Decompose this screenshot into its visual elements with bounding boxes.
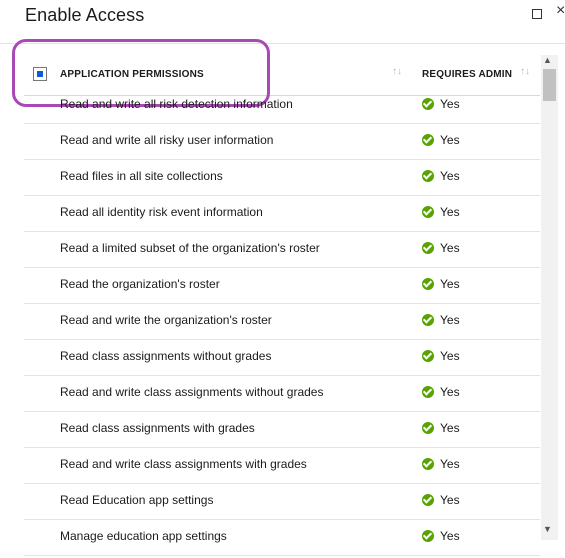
scroll-down-arrow-icon[interactable]: ▼ [543, 524, 552, 534]
requires-admin-value: Yes [440, 529, 460, 543]
checkmark-circle-icon [422, 422, 434, 434]
checkmark-circle-icon [422, 170, 434, 182]
requires-admin-value: Yes [440, 205, 460, 219]
table-row[interactable]: Manage education app settings Yes [24, 520, 540, 556]
checkmark-circle-icon [422, 206, 434, 218]
requires-admin-value: Yes [440, 169, 460, 183]
permission-name: Read and write all risky user informatio… [60, 133, 274, 147]
permission-name: Read all identity risk event information [60, 205, 263, 219]
requires-admin-value: Yes [440, 277, 460, 291]
table-row[interactable]: Read and write all risky user informatio… [24, 124, 540, 160]
dialog-title: Enable Access [25, 5, 145, 25]
table-row[interactable]: Read and write class assignments with gr… [24, 448, 540, 484]
permission-name: Read class assignments without grades [60, 349, 272, 363]
permission-name: Read Education app settings [60, 493, 214, 507]
scrollbar-thumb[interactable] [543, 69, 556, 101]
checkmark-circle-icon [422, 134, 434, 146]
permission-name: Read class assignments with grades [60, 421, 255, 435]
requires-admin-value: Yes [440, 133, 460, 147]
requires-admin-value: Yes [440, 385, 460, 399]
close-icon[interactable]: × [556, 3, 565, 19]
requires-admin-value: Yes [440, 97, 460, 111]
requires-admin-value: Yes [440, 493, 460, 507]
permission-name: Read a limited subset of the organizatio… [60, 241, 320, 255]
permission-name: Read and write all risk detection inform… [60, 97, 293, 111]
sort-requires-admin-icon[interactable]: ↑↓ [520, 66, 530, 77]
table-row[interactable]: Read and write class assignments without… [24, 376, 540, 412]
table-row[interactable]: Read Education app settings Yes [24, 484, 540, 520]
checkmark-circle-icon [422, 278, 434, 290]
checkmark-circle-icon [422, 386, 434, 398]
table-row[interactable]: Read the organization's roster Yes [24, 268, 540, 304]
checkmark-circle-icon [422, 98, 434, 110]
requires-admin-value: Yes [440, 349, 460, 363]
table-row[interactable]: Read files in all site collections Yes [24, 160, 540, 196]
permission-name: Read files in all site collections [60, 169, 223, 183]
column-header-requires-admin[interactable]: REQUIRES ADMIN [422, 69, 512, 80]
permission-name: Read and write class assignments with gr… [60, 457, 307, 471]
checkmark-circle-icon [422, 530, 434, 542]
checkmark-circle-icon [422, 458, 434, 470]
maximize-icon[interactable] [532, 9, 542, 19]
permission-name: Manage education app settings [60, 529, 227, 543]
requires-admin-value: Yes [440, 241, 460, 255]
permissions-list: Read and write all risk detection inform… [24, 96, 540, 558]
checkmark-circle-icon [422, 494, 434, 506]
table-row[interactable]: Read all identity risk event information… [24, 196, 540, 232]
checkmark-circle-icon [422, 350, 434, 362]
requires-admin-value: Yes [440, 421, 460, 435]
scroll-up-arrow-icon[interactable]: ▲ [543, 55, 552, 65]
checkmark-circle-icon [422, 242, 434, 254]
table-row[interactable]: Read and write the organization's roster… [24, 304, 540, 340]
requires-admin-value: Yes [440, 457, 460, 471]
table-row[interactable]: Read class assignments with grades Yes [24, 412, 540, 448]
table-row[interactable]: Read class assignments without grades Yes [24, 340, 540, 376]
table-row[interactable]: Read and write all risk detection inform… [24, 96, 540, 124]
permission-name: Read and write class assignments without… [60, 385, 324, 399]
permission-name: Read the organization's roster [60, 277, 220, 291]
permission-name: Read and write the organization's roster [60, 313, 272, 327]
vertical-scrollbar[interactable]: ▲ ▼ [541, 55, 558, 540]
table-row[interactable]: Read a limited subset of the organizatio… [24, 232, 540, 268]
requires-admin-value: Yes [440, 313, 460, 327]
checkmark-circle-icon [422, 314, 434, 326]
sort-permissions-icon[interactable]: ↑↓ [392, 66, 402, 77]
